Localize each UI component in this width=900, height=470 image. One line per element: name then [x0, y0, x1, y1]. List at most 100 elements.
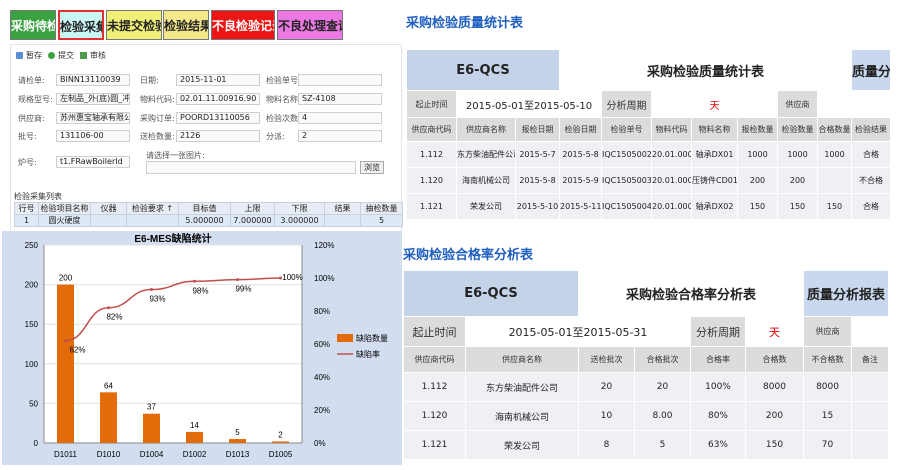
- quality-cell: 20.01.0001: [651, 141, 693, 168]
- quality-cell: 200: [737, 167, 779, 194]
- submit-icon: [48, 52, 55, 59]
- pass-cell: [851, 372, 890, 402]
- pass-col-header-3: 合格批次: [634, 346, 691, 373]
- left-tick-label: 250: [25, 241, 39, 250]
- field-input-8[interactable]: 4: [298, 112, 382, 124]
- list-title: 检验采集列表: [14, 192, 62, 201]
- pass-cell: 63%: [690, 430, 746, 460]
- pass-cycle-label: 分析周期: [690, 316, 746, 347]
- pass-cell: 200: [744, 401, 805, 431]
- quality-col-header-0: 供应商代码: [406, 117, 457, 142]
- pass-col-header-2: 送检批次: [578, 346, 635, 373]
- bar-D1005: [272, 441, 289, 443]
- pass-period-label: 起止时间: [403, 316, 466, 347]
- right-tick-label: 80%: [314, 307, 330, 316]
- pass-cell: 70: [803, 430, 853, 460]
- quality-supplier-value[interactable]: [817, 90, 892, 118]
- field-input-10[interactable]: 2126: [176, 130, 260, 142]
- quality-cell: 2015-5-8: [559, 141, 603, 168]
- field-input-3[interactable]: 左制品_外(底)圆_冲压成形_5: [56, 93, 130, 105]
- quality-cell: 东方柴油配件公司: [456, 141, 516, 168]
- quality-cell: 1.112: [406, 141, 457, 168]
- list-cell: 圆火硬度: [38, 214, 91, 227]
- bar-value-label: 64: [104, 381, 113, 390]
- table-row[interactable]: 1.121 荣发公司 2015-5-10 2015-5-11 IQC1505004 20.…: [406, 193, 892, 220]
- field-label-11: 分派:: [266, 132, 285, 141]
- rate-point: [236, 278, 239, 282]
- list-cell: 5: [360, 214, 403, 227]
- image-path-input[interactable]: [146, 161, 356, 174]
- pass-col-header-6: 不合格数: [803, 346, 853, 373]
- quality-cell: 20.01.0004: [651, 167, 693, 194]
- field-input-5[interactable]: SZ-4108: [298, 93, 382, 105]
- left-tick-label: 50: [29, 399, 38, 408]
- plot-area: [44, 245, 302, 443]
- table-row[interactable]: 1.120 海南机械公司 2015-5-8 2015-5-9 IQC1505003 20.…: [406, 167, 892, 194]
- pass-title: 采购检验合格率分析表: [577, 270, 805, 317]
- quality-period-label: 起止时间: [406, 90, 457, 118]
- right-tick-label: 0%: [314, 439, 326, 448]
- field-label-1: 日期:: [140, 76, 159, 85]
- left-tick-label: 100: [25, 360, 39, 369]
- field-input-4[interactable]: 02.01.11.00916.90: [176, 93, 260, 105]
- quality-cell: 1000: [737, 141, 779, 168]
- list-header-5: 上限: [230, 202, 275, 215]
- field-input-0[interactable]: BINN13110039: [56, 74, 130, 86]
- save-icon: [16, 52, 23, 59]
- table-row[interactable]: 1 圆火硬度 5.000000 7.000000 3.000000 5: [14, 214, 403, 227]
- list-header-3: 检验要求 ↑: [126, 202, 179, 215]
- bar-value-label: 5: [235, 428, 240, 437]
- tab-button-0[interactable]: 采购待检: [10, 10, 56, 40]
- category-label: D1010: [97, 450, 121, 459]
- quality-cell: 20.01.0007: [651, 193, 693, 220]
- quality-cell: 150: [777, 193, 819, 220]
- pass-col-header-7: 备注: [851, 346, 890, 373]
- quality-title: 采购检验质量统计表: [559, 49, 853, 91]
- quality-cell: 1000: [777, 141, 819, 168]
- pass-cell: 海南机械公司: [465, 401, 579, 431]
- tab-button-4[interactable]: 不良检验记录: [211, 10, 275, 40]
- field-input-2[interactable]: [298, 74, 382, 86]
- list-header-8: 抽检数量: [360, 202, 403, 215]
- table-row[interactable]: 1.120 海南机械公司 10 8.00 80% 200 15: [403, 401, 890, 431]
- list-header-6: 下限: [274, 202, 325, 215]
- field-label-4: 物料代码:: [140, 95, 175, 104]
- table-row[interactable]: 1.121 荣发公司 8 5 63% 150 70: [403, 430, 890, 460]
- tab-button-5[interactable]: 不良处理查询: [277, 10, 343, 40]
- field-input-11[interactable]: 2: [298, 130, 382, 142]
- field-input-1[interactable]: 2015-11-01: [176, 74, 260, 86]
- field-label-2: 检验单号:: [266, 76, 301, 85]
- right-tick-label: 40%: [314, 373, 330, 382]
- rate-point: [193, 279, 196, 283]
- right-tick-label: 100%: [314, 274, 334, 283]
- audit-button[interactable]: 审核: [80, 50, 106, 61]
- category-label: D1004: [140, 450, 164, 459]
- pass-cycle-value: 天: [744, 316, 805, 347]
- quality-header: 采购检验质量统计表: [406, 16, 524, 31]
- list-cell: 3.000000: [274, 214, 325, 227]
- tab-button-2[interactable]: 未提交检验: [106, 10, 162, 40]
- pass-period-value: 2015-05-01至2015-05-31: [465, 316, 691, 347]
- browse-button[interactable]: 浏览: [360, 161, 384, 174]
- tab-button-1[interactable]: 检验采集: [58, 10, 104, 40]
- pass-col-header-0: 供应商代码: [403, 346, 466, 373]
- pass-cell: 荣发公司: [465, 430, 579, 460]
- field-input-6[interactable]: 苏州惠宝轴承有限公司: [56, 112, 130, 124]
- tab-button-3[interactable]: 检验结果: [163, 10, 209, 40]
- table-row[interactable]: 1.112 东方柴油配件公司 20 20 100% 8000 8000: [403, 372, 890, 402]
- quality-col-header-10: 检验结果: [851, 117, 892, 142]
- quality-cell: 200: [777, 167, 819, 194]
- submit-button[interactable]: 提交: [48, 50, 74, 61]
- field-input-9[interactable]: 131106-00: [56, 130, 130, 142]
- quality-col-header-9: 合格数量: [817, 117, 853, 142]
- rate-label: 62%: [69, 346, 85, 355]
- field-input-12[interactable]: t1.FRawBoilerId: [56, 156, 130, 168]
- quality-cell: 1.121: [406, 193, 457, 220]
- table-row[interactable]: 1.112 东方柴油配件公司 2015-5-7 2015-5-8 IQC1505002 2…: [406, 141, 892, 168]
- quality-cell: 150: [737, 193, 779, 220]
- save-draft-button[interactable]: 暂存: [16, 50, 42, 61]
- list-header-2: 仪器: [90, 202, 127, 215]
- field-input-7[interactable]: POORD13110056: [176, 112, 260, 124]
- pass-report-label: 质量分析报表: [803, 270, 890, 317]
- pass-supplier-value[interactable]: [851, 316, 890, 347]
